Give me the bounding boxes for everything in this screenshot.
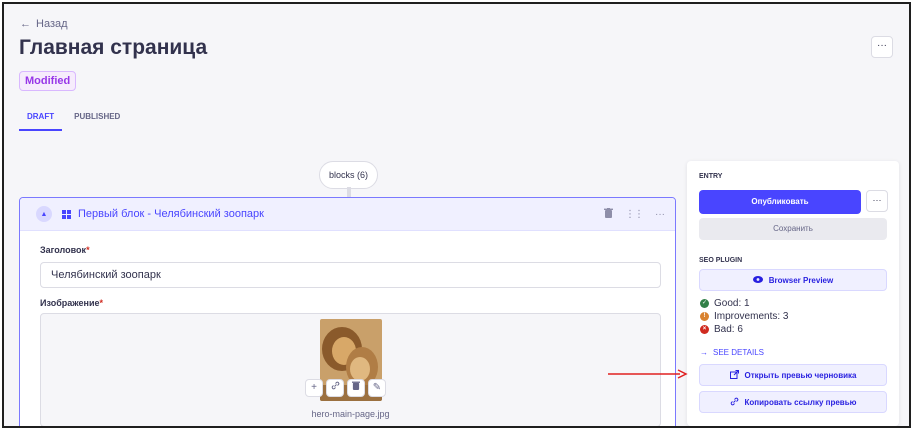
save-button[interactable]: Сохранить	[699, 218, 887, 240]
publish-button[interactable]: Опубликовать	[699, 190, 861, 214]
eye-icon	[752, 275, 763, 285]
image-field-label: Изображение*	[40, 298, 104, 308]
seo-bad-row: × Bad: 6	[700, 324, 743, 335]
copy-preview-link-button[interactable]: Копировать ссылку превью	[699, 391, 887, 413]
status-badge: Modified	[19, 71, 77, 91]
block-header[interactable]: ▲ Первый блок - Челябинский зоопарк ⋮⋮ ·…	[20, 198, 675, 231]
cross-circle-icon: ×	[700, 325, 709, 334]
arrow-left-icon: ←	[20, 18, 31, 30]
alert-circle-icon: !	[700, 312, 709, 321]
image-filename: hero-main-page.jpg	[311, 409, 390, 419]
more-icon[interactable]: ···	[655, 209, 665, 220]
add-icon[interactable]: +	[305, 379, 323, 397]
trash-icon[interactable]	[347, 379, 365, 397]
link-icon	[730, 397, 739, 408]
back-link[interactable]: ← Назад	[20, 18, 68, 30]
annotation-arrow-icon	[608, 369, 688, 379]
grid-icon	[62, 209, 71, 219]
trash-icon[interactable]	[604, 207, 613, 221]
tab-published[interactable]: PUBLISHED	[66, 106, 128, 131]
image-actions: + ✎	[305, 379, 386, 397]
check-circle-icon: ✓	[700, 299, 709, 308]
app-window: ← Назад Главная страница ··· Modified DR…	[2, 2, 911, 428]
heading-field-label: Заголовок*	[40, 245, 90, 255]
entry-more-button[interactable]: ···	[866, 190, 888, 212]
drag-handle-icon[interactable]: ⋮⋮	[625, 209, 644, 220]
external-link-icon	[729, 369, 739, 381]
open-draft-preview-button[interactable]: Открыть превью черновика	[699, 364, 887, 386]
link-icon[interactable]	[326, 379, 344, 397]
tab-list: DRAFT PUBLISHED	[19, 106, 128, 131]
browser-preview-label: Browser Preview	[768, 275, 834, 285]
blocks-count-pill[interactable]: blocks (6)	[319, 161, 378, 189]
chevron-up-icon[interactable]: ▲	[36, 206, 52, 222]
browser-preview-button[interactable]: Browser Preview	[699, 269, 887, 291]
page-title: Главная страница	[19, 36, 208, 59]
more-actions-button[interactable]: ···	[871, 36, 893, 58]
seo-good-row: ✓ Good: 1	[700, 298, 750, 309]
sidebar-panel: ENTRY Опубликовать ··· Сохранить SEO PLU…	[687, 161, 899, 426]
pencil-icon[interactable]: ✎	[368, 379, 386, 397]
block-title: Первый блок - Челябинский зоопарк	[78, 208, 264, 220]
see-details-link[interactable]: → SEE DETAILS	[700, 348, 764, 357]
heading-input[interactable]: Челябинский зоопарк	[40, 262, 661, 288]
seo-improvements-row: ! Improvements: 3	[700, 311, 788, 322]
block-card: ▲ Первый блок - Челябинский зоопарк ⋮⋮ ·…	[19, 197, 676, 426]
entry-heading: ENTRY	[699, 173, 723, 180]
tab-draft[interactable]: DRAFT	[19, 106, 63, 131]
image-field[interactable]: + ✎ hero-main-page.jpg	[40, 313, 661, 426]
arrow-right-icon: →	[700, 348, 708, 357]
seo-plugin-heading: SEO PLUGIN	[699, 257, 743, 264]
back-link-label: Назад	[36, 18, 68, 30]
